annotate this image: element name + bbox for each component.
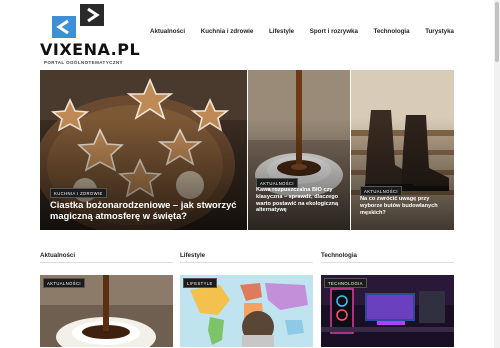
site-header: VIXENA.PL PORTAL OGÓLNOTEMATYCZNY Aktual… [0, 0, 500, 66]
section-divider [180, 262, 313, 263]
nav-item-aktualnosci[interactable]: Aktualności [150, 28, 185, 35]
nav-item-kuchnia-i-zdrowie[interactable]: Kuchnia i zdrowie [201, 28, 254, 35]
nav-item-sport-i-rozrywka[interactable]: Sport i rozrywka [310, 28, 358, 35]
logo-tagline: PORTAL OGÓLNOTEMATYCZNY [44, 60, 123, 65]
section-article-thumbnail[interactable]: AKTUALNOŚCI [40, 275, 173, 347]
site-logo[interactable]: VIXENA.PL PORTAL OGÓLNOTEMATYCZNY [40, 4, 140, 65]
category-badge[interactable]: AKTUALNOŚCI [360, 186, 402, 196]
section-lifestyle: Lifestyle LIFESTYLE [180, 252, 313, 347]
category-badge[interactable]: LIFESTYLE [183, 278, 217, 288]
section-aktualnosci: Aktualności AKTUALNOŚCI [40, 252, 173, 347]
section-article-thumbnail[interactable]: LIFESTYLE [180, 275, 313, 347]
main-navigation: Aktualności Kuchnia i zdrowie Lifestyle … [150, 28, 454, 35]
nav-item-lifestyle[interactable]: Lifestyle [269, 28, 294, 35]
article-title[interactable]: Na co zwrócić uwagę przy wyborze butów b… [360, 196, 452, 216]
logo-wordmark: VIXENA.PL [40, 40, 141, 59]
article-title[interactable]: Kawa rozpuszczalna BIO czy klasyczna – s… [256, 187, 348, 214]
nav-item-technologia[interactable]: Technologia [374, 28, 410, 35]
section-article-thumbnail[interactable]: TECHNOLOGIA [321, 275, 454, 347]
category-badge[interactable]: AKTUALNOŚCI [43, 278, 85, 288]
hero-grid: KUCHNIA I ZDROWIE Ciastka bożonarodzenio… [40, 70, 454, 230]
section-divider [321, 262, 454, 263]
section-heading[interactable]: Technologia [321, 252, 454, 262]
category-badge[interactable]: KUCHNIA I ZDROWIE [50, 188, 107, 198]
category-sections: Aktualności AKTUALNOŚCI Lifestyle LIFEST… [40, 252, 454, 348]
hero-article-coffee[interactable]: AKTUALNOŚCI Kawa rozpuszczalna BIO czy k… [248, 70, 350, 230]
section-divider [40, 262, 173, 263]
hero-article-cookies[interactable]: KUCHNIA I ZDROWIE Ciastka bożonarodzenio… [40, 70, 247, 230]
section-technologia: Technologia TECHNOLOGIA [321, 252, 454, 347]
article-title[interactable]: Ciastka bożonarodzeniowe – jak stworzyć … [50, 199, 240, 222]
page-scrollbar[interactable] [494, 0, 500, 348]
hero-article-boots[interactable]: AKTUALNOŚCI Na co zwrócić uwagę przy wyb… [351, 70, 454, 230]
code-brackets-icon [52, 4, 104, 38]
section-heading[interactable]: Aktualności [40, 252, 173, 262]
scrollbar-thumb[interactable] [495, 2, 499, 62]
nav-item-turystyka[interactable]: Turystyka [425, 28, 454, 35]
category-badge[interactable]: TECHNOLOGIA [324, 278, 367, 288]
section-heading[interactable]: Lifestyle [180, 252, 313, 262]
